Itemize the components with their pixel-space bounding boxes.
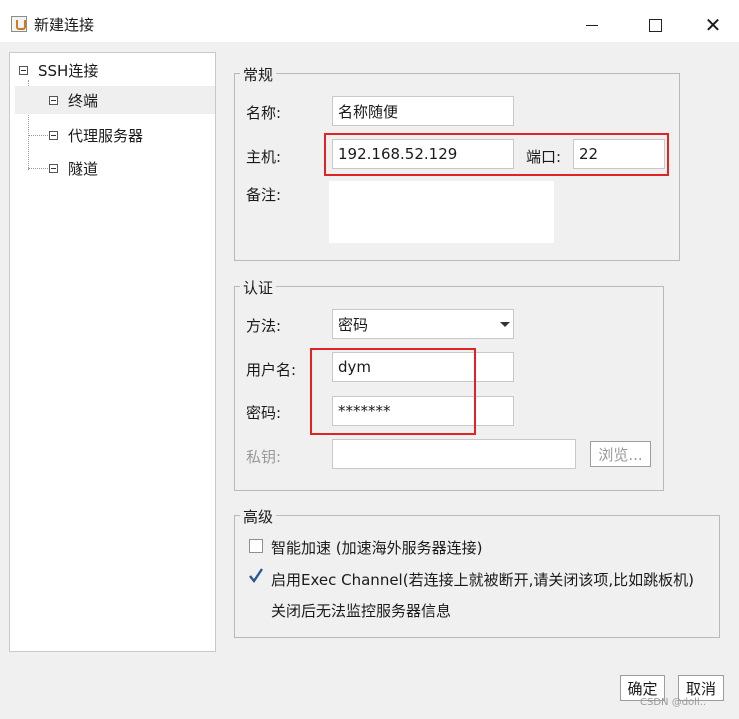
tree-item-ssh[interactable]: SSH连接 <box>19 56 98 84</box>
tree-item-label: 隧道 <box>68 159 99 178</box>
tree-item-proxy[interactable]: 代理服务器 <box>49 121 143 149</box>
collapse-toggle-icon[interactable] <box>19 65 28 75</box>
maximize-icon <box>648 18 662 32</box>
method-select-value: 密码 <box>338 315 369 334</box>
tree-item-label: 终端 <box>68 91 99 110</box>
note-label: 备注: <box>246 186 282 204</box>
name-input[interactable]: 名称随便 <box>332 96 514 126</box>
watermark: CSDN @doll.. <box>640 697 707 708</box>
password-label: 密码: <box>246 404 282 422</box>
minimize-button[interactable] <box>569 8 615 42</box>
maximize-button[interactable] <box>632 8 678 42</box>
method-select[interactable]: 密码 <box>332 309 514 339</box>
browse-button[interactable]: 浏览... <box>590 441 651 467</box>
collapse-toggle-icon[interactable] <box>49 130 58 140</box>
java-app-icon <box>11 16 27 32</box>
tree-connector <box>28 168 48 169</box>
note-textarea[interactable] <box>329 181 554 243</box>
host-label: 主机: <box>246 148 282 166</box>
tree-item-terminal[interactable]: 终端 <box>15 86 215 114</box>
method-label: 方法: <box>246 317 282 335</box>
minimize-icon <box>586 24 598 26</box>
private-key-label: 私钥: <box>246 448 282 466</box>
smart-accel-checkbox[interactable] <box>249 539 263 553</box>
username-label: 用户名: <box>246 361 297 379</box>
check-icon <box>249 568 263 584</box>
dropdown-arrow-icon[interactable] <box>500 322 510 327</box>
tree-connector <box>28 135 48 136</box>
highlight-box <box>324 133 669 176</box>
smart-accel-label: 智能加速 (加速海外服务器连接) <box>271 539 483 557</box>
highlight-box <box>310 348 476 435</box>
window-title: 新建连接 <box>34 16 95 34</box>
close-icon: ✕ <box>704 13 722 37</box>
general-legend: 常规 <box>240 64 277 85</box>
advanced-legend: 高级 <box>240 506 277 527</box>
collapse-toggle-icon[interactable] <box>49 163 58 173</box>
tree-item-label: 代理服务器 <box>68 126 144 145</box>
exec-channel-label: 启用Exec Channel(若连接上就被断开,请关闭该项,比如跳板机) <box>271 571 694 589</box>
auth-legend: 认证 <box>240 277 277 298</box>
tree-item-label: SSH连接 <box>38 61 99 80</box>
exec-channel-checkbox[interactable] <box>249 568 263 585</box>
collapse-toggle-icon[interactable] <box>49 95 58 105</box>
exec-channel-note: 关闭后无法监控服务器信息 <box>271 602 452 620</box>
tree-item-tunnel[interactable]: 隧道 <box>49 154 98 182</box>
name-label: 名称: <box>246 104 282 122</box>
close-button[interactable]: ✕ <box>690 8 736 42</box>
private-key-input[interactable] <box>332 439 576 469</box>
